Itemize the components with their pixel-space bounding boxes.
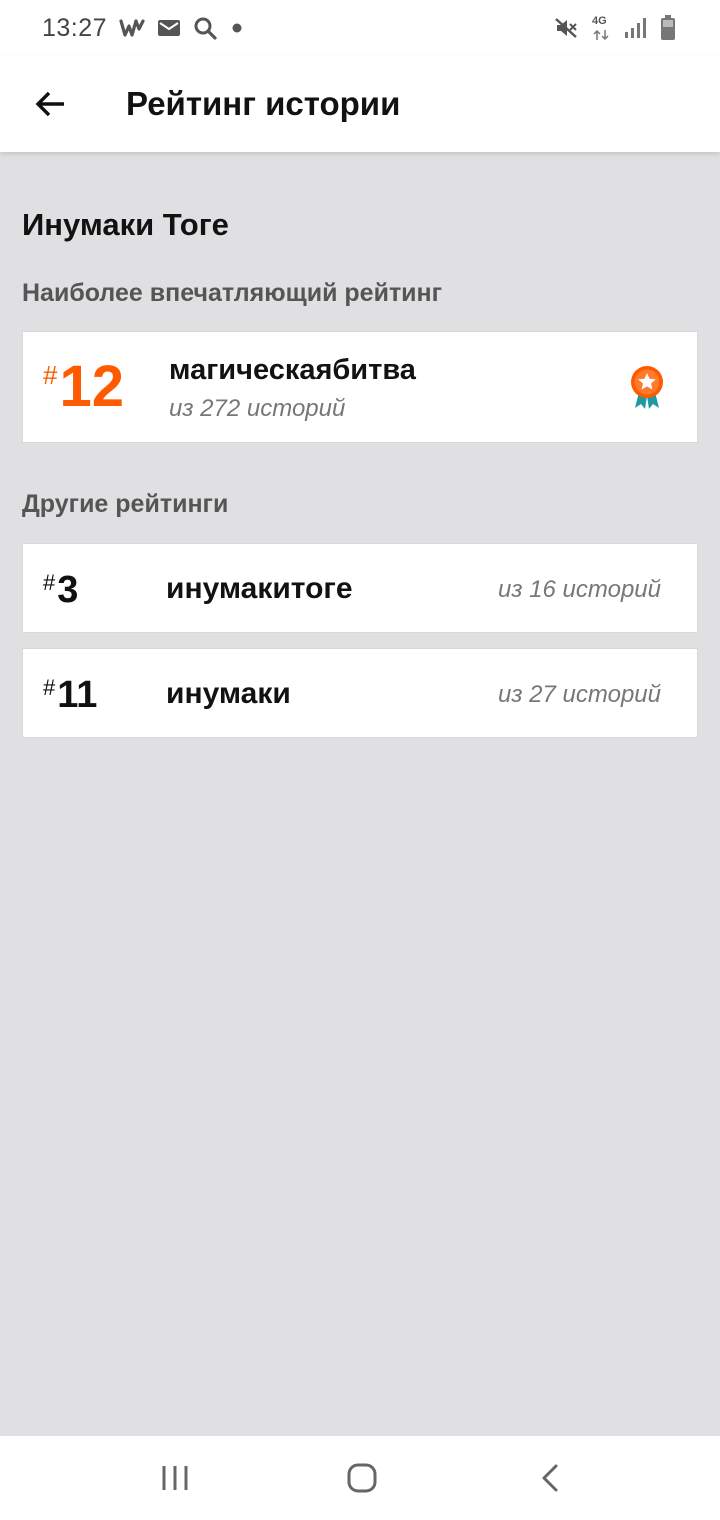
ranking-tag: инумаки xyxy=(166,677,291,710)
recent-apps-button[interactable] xyxy=(135,1450,215,1506)
network-label: 4G xyxy=(592,15,607,27)
status-right-icons: 4G xyxy=(554,15,676,41)
ranking-subtitle: из 27 историй xyxy=(498,681,661,708)
back-icon xyxy=(542,1464,558,1492)
arrow-left-icon xyxy=(35,91,64,117)
ranking-row[interactable]: # 3 инумакитоге из 16 историй xyxy=(22,543,698,633)
rank-hash: # xyxy=(43,570,56,595)
ranking-tag: инумакитоге xyxy=(166,572,353,605)
ranking-subtitle: из 16 историй xyxy=(498,576,661,603)
other-rankings-section-label: Другие рейтинги xyxy=(22,490,229,518)
best-rank: # 12 xyxy=(43,356,124,418)
system-nav-bar xyxy=(0,1436,720,1520)
rank-number: 3 xyxy=(57,569,79,611)
arrows-icon xyxy=(593,29,609,41)
ranking-row[interactable]: # 11 инумаки из 27 историй xyxy=(22,648,698,738)
status-time: 13:27 xyxy=(42,13,108,42)
medal-icon xyxy=(631,366,663,409)
story-title: Инумаки Тоге xyxy=(22,207,229,242)
signal-icon xyxy=(625,18,646,38)
recent-apps-icon xyxy=(162,1466,188,1490)
dot-icon xyxy=(232,23,242,33)
status-left-icons xyxy=(119,16,245,40)
wattpad-icon xyxy=(119,19,145,37)
mail-icon xyxy=(158,20,181,36)
page-title: Рейтинг истории xyxy=(126,85,401,122)
back-button[interactable] xyxy=(0,56,100,152)
rank-number: 11 xyxy=(57,674,98,716)
best-ranking-section-label: Наиболее впечатляющий рейтинг xyxy=(22,279,443,307)
mute-icon xyxy=(555,18,577,38)
home-icon xyxy=(347,1463,377,1493)
rank-number: 12 xyxy=(59,354,124,419)
status-bar: 13:27 4G xyxy=(0,0,720,56)
best-ranking-card[interactable]: # 12 магическаябитва из 272 историй xyxy=(22,331,698,443)
app-bar: Рейтинг истории xyxy=(0,56,720,152)
home-button[interactable] xyxy=(322,1450,402,1506)
ranking-tag: магическаябитва xyxy=(169,354,416,386)
rank-hash: # xyxy=(43,675,56,700)
system-back-button[interactable] xyxy=(510,1450,590,1506)
battery-icon xyxy=(661,15,675,40)
search-icon xyxy=(194,17,217,40)
rank: # 11 xyxy=(43,673,97,717)
rank-hash: # xyxy=(43,360,58,390)
ranking-subtitle: из 272 историй xyxy=(169,395,346,422)
network-4g-icon: 4G xyxy=(592,15,610,41)
rank: # 3 xyxy=(43,568,78,612)
